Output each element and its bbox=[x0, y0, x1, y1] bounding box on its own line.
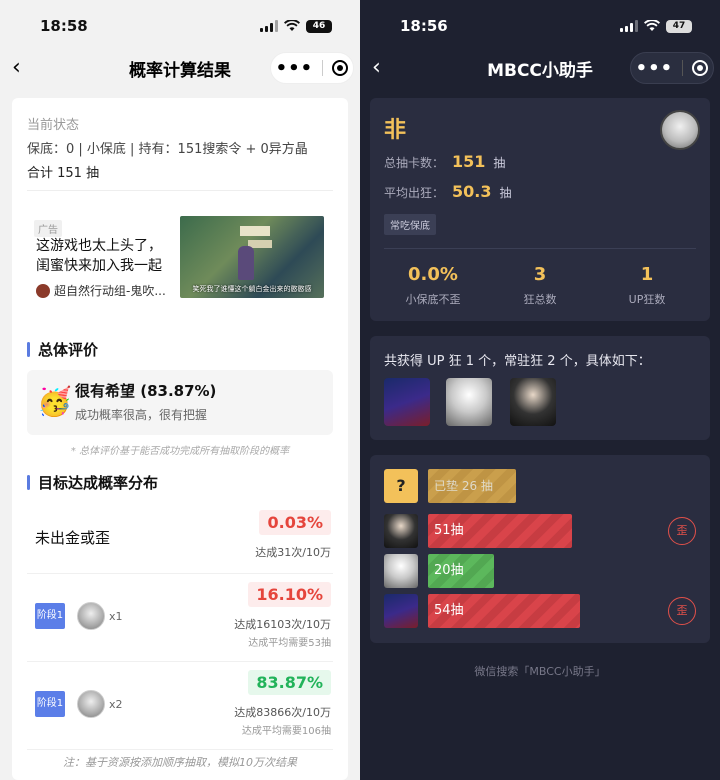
stat-total-kuang: 3 狂总数 bbox=[523, 264, 557, 306]
signal-icon bbox=[260, 20, 278, 32]
page-title: MBCC小助手 bbox=[487, 60, 593, 81]
wifi-icon bbox=[644, 20, 660, 31]
row-percent: 0.03% bbox=[259, 510, 331, 535]
pending-bar: 已垫 26 抽 bbox=[428, 469, 516, 503]
signal-icon bbox=[620, 20, 638, 32]
evaluation-note: * 总体评价基于能否成功完成所有抽取阶段的概率 bbox=[70, 446, 290, 457]
status-time: 18:58 bbox=[40, 17, 88, 35]
pull-history-card: ? 已垫 26 抽 51抽 歪 20抽 54抽 歪 bbox=[370, 455, 710, 643]
status-bar: 18:58 46 bbox=[40, 14, 332, 38]
left-screen: 18:58 46 ‹ 概率计算结果 ••• 当前状态 保底：0 | 小保底 | … bbox=[0, 0, 360, 780]
status-time: 18:56 bbox=[400, 17, 448, 35]
ad-image[interactable]: 笑死我了谁懂这个躺白金出来的憨憨感 bbox=[180, 216, 324, 298]
stage-badge: 阶段1 bbox=[35, 691, 65, 717]
wifi-icon bbox=[284, 20, 300, 31]
character-avatar bbox=[77, 690, 105, 718]
nav-bar: ‹ 概率计算结果 ••• bbox=[0, 50, 360, 86]
ad-caption: 笑死我了谁懂这个躺白金出来的憨憨感 bbox=[192, 285, 312, 293]
distribution-row: 阶段1 x1 16.10% 达成16103次/10万 达成平均需要53抽 bbox=[27, 574, 333, 662]
row-percent: 16.10% bbox=[248, 582, 331, 607]
nav-bar: ‹ MBCC小助手 ••• bbox=[360, 50, 720, 86]
row-multiplier: x2 bbox=[109, 698, 123, 711]
wai-badge: 歪 bbox=[668, 517, 696, 545]
user-avatar[interactable] bbox=[660, 110, 700, 150]
state-total: 合计 151 抽 bbox=[27, 166, 100, 181]
row-count: 达成83866次/10万 bbox=[234, 706, 331, 719]
luck-verdict: 非 bbox=[384, 118, 407, 143]
row-percent: 83.87% bbox=[248, 670, 331, 695]
footnote: 注：基于资源按添加顺序抽取，模拟10万次结果 bbox=[63, 756, 297, 769]
row-count: 达成31次/10万 bbox=[255, 546, 331, 559]
state-detail: 保底：0 | 小保底 | 持有：151搜索令 + 0异方晶 bbox=[27, 142, 308, 157]
stage-badge: 阶段1 bbox=[35, 603, 65, 629]
party-face-icon: 🥳 bbox=[37, 385, 72, 418]
character-portrait[interactable] bbox=[446, 378, 492, 426]
result-card: 当前状态 保底：0 | 小保底 | 持有：151搜索令 + 0异方晶 合计 15… bbox=[12, 98, 348, 780]
ad-tag[interactable]: 广告 bbox=[34, 220, 62, 237]
row-label: 未出金或歪 bbox=[35, 529, 111, 547]
close-target-icon[interactable] bbox=[332, 60, 349, 76]
right-screen: 18:56 47 ‹ MBCC小助手 ••• 非 总抽卡数： 151 抽 平均出… bbox=[360, 0, 720, 780]
summary-text: 共获得 UP 狂 1 个，常驻狂 2 个，具体如下： bbox=[384, 354, 651, 369]
back-icon[interactable]: ‹ bbox=[372, 56, 396, 80]
total-pulls-value: 151 bbox=[452, 152, 486, 171]
footer-text: 微信搜索「MBCC小助手」 bbox=[474, 665, 606, 678]
evaluation-title: 总体评价 bbox=[27, 339, 98, 360]
avg-pulls-label: 平均出狂： bbox=[384, 186, 445, 200]
character-avatar bbox=[384, 554, 418, 588]
pull-bar: 54抽 bbox=[428, 594, 580, 628]
distribution-title: 目标达成概率分布 bbox=[27, 472, 158, 493]
profile-card: 非 总抽卡数： 151 抽 平均出狂： 50.3 抽 常吃保底 0.0% 小保底… bbox=[370, 98, 710, 321]
pull-bar: 51抽 bbox=[428, 514, 572, 548]
avg-pulls-unit: 抽 bbox=[499, 186, 512, 200]
total-pulls-unit: 抽 bbox=[493, 156, 506, 170]
tag-chip: 常吃保底 bbox=[384, 214, 436, 235]
evaluation-box: 🥳 很有希望 (83.87%) 成功概率很高，很有把握 bbox=[27, 370, 333, 435]
row-multiplier: x1 bbox=[109, 610, 123, 623]
ad-source: 超自然行动组-鬼吹... bbox=[54, 284, 166, 298]
character-portrait[interactable] bbox=[510, 378, 556, 426]
character-avatar bbox=[77, 602, 105, 630]
distribution-row: 未出金或歪 0.03% 达成31次/10万 bbox=[27, 500, 333, 574]
mini-program-capsule: ••• bbox=[630, 52, 714, 84]
ad-avatar bbox=[36, 283, 50, 298]
evaluation-sub: 成功概率很高，很有把握 bbox=[75, 408, 208, 422]
avg-pulls-value: 50.3 bbox=[452, 182, 492, 201]
ad-text[interactable]: 这游戏也太上头了，闺蜜快来加入我一起 bbox=[36, 236, 171, 276]
more-icon[interactable]: ••• bbox=[276, 58, 314, 79]
stat-up-kuang: 1 UP狂数 bbox=[628, 264, 666, 306]
wai-badge: 歪 bbox=[668, 597, 696, 625]
mini-program-capsule: ••• bbox=[270, 52, 354, 84]
pull-bar: 20抽 bbox=[428, 554, 494, 588]
battery-icon: 47 bbox=[666, 19, 692, 33]
page-title: 概率计算结果 bbox=[129, 60, 231, 81]
unknown-icon: ? bbox=[384, 469, 418, 503]
status-bar: 18:56 47 bbox=[400, 14, 692, 38]
evaluation-main: 很有希望 (83.87%) bbox=[75, 382, 217, 400]
state-label: 当前状态 bbox=[27, 118, 80, 133]
total-pulls-label: 总抽卡数： bbox=[384, 156, 445, 170]
summary-card: 共获得 UP 狂 1 个，常驻狂 2 个，具体如下： bbox=[370, 336, 710, 440]
character-avatar bbox=[384, 594, 418, 628]
distribution-row: 阶段1 x2 83.87% 达成83866次/10万 达成平均需要106抽 bbox=[27, 662, 333, 750]
character-avatar bbox=[384, 514, 418, 548]
row-average: 达成平均需要53抽 bbox=[248, 638, 331, 649]
stat-no-lose: 0.0% 小保底不歪 bbox=[405, 264, 461, 306]
battery-icon: 46 bbox=[306, 19, 332, 33]
character-portrait[interactable] bbox=[384, 378, 430, 426]
close-target-icon[interactable] bbox=[692, 60, 709, 76]
more-icon[interactable]: ••• bbox=[636, 58, 674, 79]
row-count: 达成16103次/10万 bbox=[234, 618, 331, 631]
back-icon[interactable]: ‹ bbox=[12, 56, 36, 80]
row-average: 达成平均需要106抽 bbox=[241, 726, 331, 737]
